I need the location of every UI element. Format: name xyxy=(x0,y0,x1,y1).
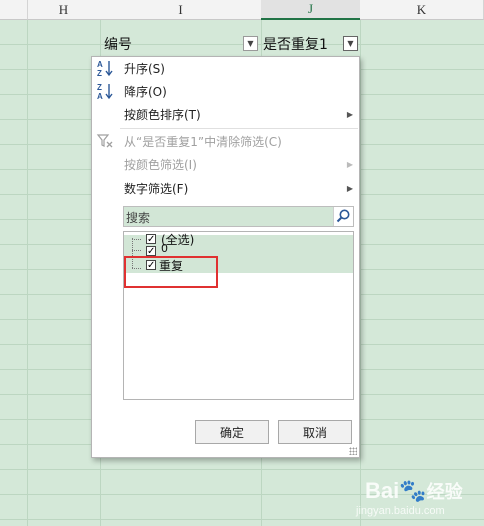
checkbox-checked-icon[interactable]: ✓ xyxy=(146,246,156,257)
cancel-button[interactable]: 取消 xyxy=(278,420,352,444)
watermark-url: jingyan.baidu.com xyxy=(356,505,445,517)
menu-label: 降序(O) xyxy=(124,84,167,99)
menu-item-sort-ascending[interactable]: A Z 升序(S) xyxy=(92,57,359,79)
resize-grip-icon[interactable] xyxy=(349,447,357,455)
menu-item-sort-by-color[interactable]: 按颜色排序(T) ▶ xyxy=(92,103,359,125)
menu-label: 升序(S) xyxy=(124,61,165,76)
clear-filter-icon xyxy=(95,131,115,151)
column-header-j[interactable]: J xyxy=(261,0,361,20)
submenu-arrow-icon: ▶ xyxy=(346,183,353,193)
svg-text:A: A xyxy=(97,92,103,100)
menu-label: 按颜色筛选(I) xyxy=(124,157,197,172)
menu-label: 从“是否重复1”中清除筛选(C) xyxy=(124,134,282,149)
svg-text:Z: Z xyxy=(97,83,102,92)
menu-item-clear-filter[interactable]: 从“是否重复1”中清除筛选(C) xyxy=(92,130,359,152)
column-header-left-stub xyxy=(0,0,28,20)
sort-descending-icon: Z A xyxy=(95,81,115,101)
submenu-arrow-icon: ▶ xyxy=(346,109,353,119)
menu-item-sort-descending[interactable]: Z A 降序(O) xyxy=(92,80,359,102)
menu-label: 数字筛选(F) xyxy=(124,181,189,196)
menu-item-number-filter[interactable]: 数字筛选(F) ▶ xyxy=(92,177,359,199)
column-header-k[interactable]: K xyxy=(360,0,484,20)
filter-dropdown-button-id[interactable]: ▼ xyxy=(243,36,258,51)
watermark-logo: Bai🐾经验 xyxy=(365,478,463,504)
checkbox-checked-icon[interactable]: ✓ xyxy=(146,234,156,245)
tree-connector xyxy=(132,250,141,251)
svg-text:A: A xyxy=(97,60,103,69)
cell-id-header[interactable]: 编号 xyxy=(104,34,132,54)
menu-divider xyxy=(120,128,358,129)
chevron-down-icon: ▼ xyxy=(347,39,354,48)
watermark-brand: Bai xyxy=(365,478,400,503)
submenu-arrow-icon: ▶ xyxy=(346,159,353,169)
search-placeholder: 搜索 xyxy=(126,211,151,225)
ok-button[interactable]: 确定 xyxy=(195,420,269,444)
svg-text:Z: Z xyxy=(97,69,102,77)
column-header-h[interactable]: H xyxy=(27,0,101,20)
column-header-i[interactable]: I xyxy=(100,0,262,20)
paw-icon: 🐾 xyxy=(399,478,427,503)
search-icon[interactable] xyxy=(333,207,353,226)
annotation-highlight-box xyxy=(124,256,218,288)
list-item-select-all[interactable]: ✓ (全选) xyxy=(124,232,353,247)
menu-label: 按颜色排序(T) xyxy=(124,107,201,122)
menu-item-filter-by-color[interactable]: 按颜色筛选(I) ▶ xyxy=(92,153,359,175)
filter-dropdown-button-dup[interactable]: ▼ xyxy=(343,36,358,51)
tree-connector xyxy=(132,239,141,240)
cell-dup-header[interactable]: 是否重复1 xyxy=(263,34,328,54)
list-item-label: 0 xyxy=(161,242,168,255)
chevron-down-icon: ▼ xyxy=(247,39,254,48)
search-input[interactable]: 搜索 xyxy=(123,206,354,227)
sort-ascending-icon: A Z xyxy=(95,58,115,78)
watermark-brand2: 经验 xyxy=(426,482,463,502)
